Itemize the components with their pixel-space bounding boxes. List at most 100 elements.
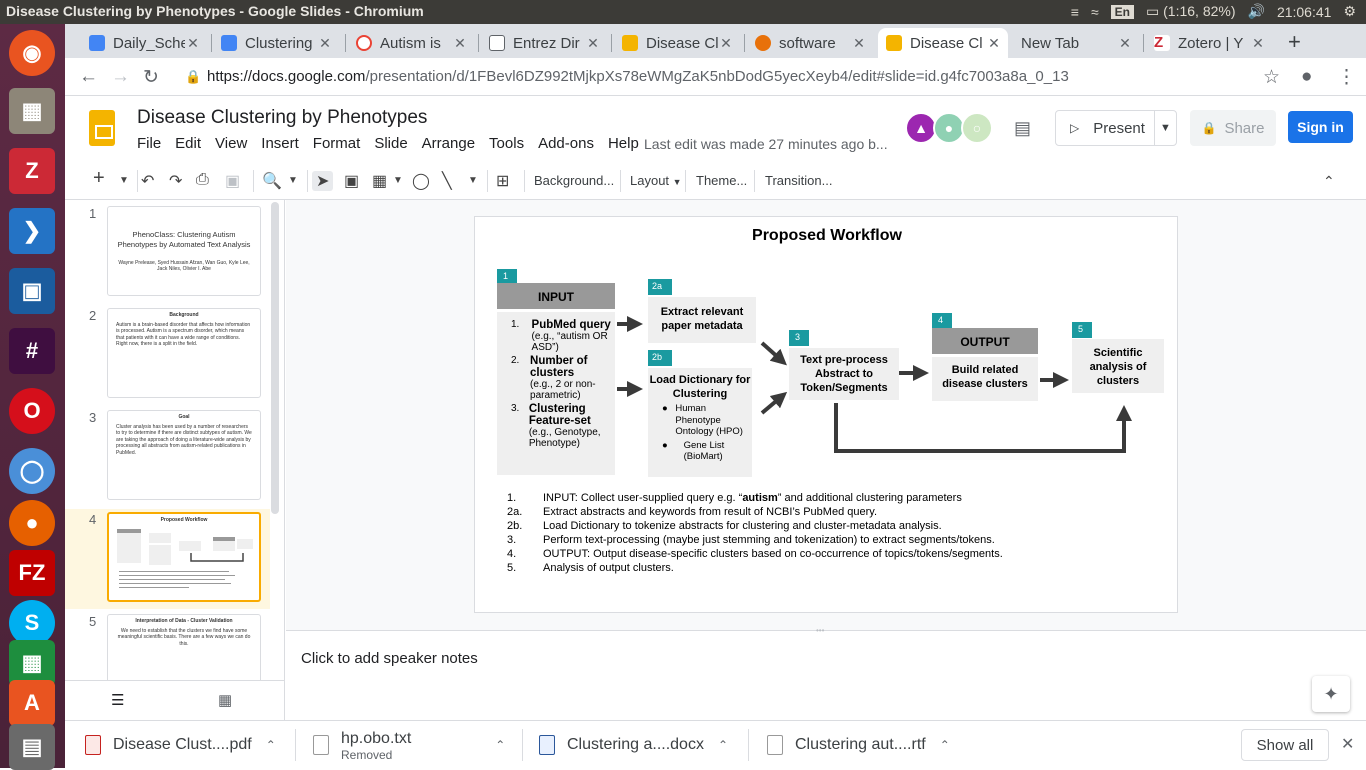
forward-icon[interactable]: →: [111, 66, 130, 88]
chevron-up-icon[interactable]: ⌃: [266, 738, 276, 752]
keyboard-language[interactable]: En: [1110, 4, 1134, 19]
zoom-icon[interactable]: 🔍: [262, 171, 282, 191]
menu-insert[interactable]: Insert: [261, 135, 299, 152]
collapse-toolbar-chevron-icon[interactable]: ⌃: [1323, 173, 1335, 190]
volume-icon[interactable]: 🔊: [1248, 3, 1265, 20]
menu-help[interactable]: Help: [608, 135, 639, 152]
tab-zotero[interactable]: Z Zotero | Y ✕: [1146, 28, 1272, 58]
transition-button[interactable]: Transition...: [765, 173, 832, 188]
line-icon[interactable]: ╲: [442, 171, 452, 191]
tab-google-search[interactable]: Autism is ✕: [348, 28, 474, 58]
filezilla-icon[interactable]: FZ: [9, 550, 55, 596]
menu-kebab-icon[interactable]: ⋮: [1337, 66, 1356, 89]
download-item[interactable]: Disease Clust....pdf ⌃: [85, 721, 276, 769]
tab-clustering-doc[interactable]: Clustering ✕: [213, 28, 339, 58]
present-dropdown-chevron-icon[interactable]: ▼: [1154, 111, 1176, 145]
slide-thumbnail-3[interactable]: Goal Cluster analysis has been used by a…: [107, 410, 261, 500]
image-icon[interactable]: ▦: [372, 171, 387, 191]
chevron-up-icon[interactable]: ⌃: [940, 738, 950, 752]
theme-button[interactable]: Theme...: [696, 173, 747, 188]
network-icon[interactable]: ≡: [1071, 4, 1079, 20]
add-comment-icon[interactable]: ⊞: [496, 171, 509, 191]
redo-icon[interactable]: ↷: [169, 171, 182, 191]
bookmark-star-icon[interactable]: ☆: [1263, 66, 1280, 89]
last-edit-link[interactable]: Last edit was made 27 minutes ago b...: [644, 136, 888, 152]
slide-thumbnail-2[interactable]: Background Autism is a brain-based disor…: [107, 308, 261, 398]
close-shelf-icon[interactable]: ✕: [1341, 734, 1354, 754]
lock-icon[interactable]: 🔒: [185, 69, 201, 85]
vscode-icon[interactable]: ❯: [9, 208, 55, 254]
explore-button[interactable]: ✦: [1312, 676, 1350, 712]
tab-entrez[interactable]: Entrez Dir ✕: [481, 28, 607, 58]
filmstrip-view-icon[interactable]: ☰: [111, 691, 124, 709]
tab-new-tab[interactable]: New Tab ✕: [1013, 28, 1139, 58]
reload-icon[interactable]: ↻: [143, 66, 159, 89]
download-item[interactable]: hp.obo.txt Removed ⌃: [313, 721, 505, 769]
new-slide-plus-icon[interactable]: +: [93, 167, 105, 190]
wifi-icon[interactable]: ≈: [1091, 4, 1099, 20]
virtualbox-icon[interactable]: ▣: [9, 268, 55, 314]
close-tab-icon[interactable]: ✕: [585, 35, 601, 52]
zoom-dropdown-icon[interactable]: ▼: [288, 175, 298, 186]
menu-slide[interactable]: Slide: [374, 135, 407, 152]
menu-format[interactable]: Format: [313, 135, 361, 152]
menu-edit[interactable]: Edit: [175, 135, 201, 152]
slide-4-editor[interactable]: Proposed Workflow 1 INPUT 1. PubMed quer…: [474, 216, 1178, 613]
notes-resize-handle[interactable]: •••: [286, 626, 1366, 638]
present-button[interactable]: ▷ Present ▼: [1055, 110, 1177, 146]
select-cursor-icon[interactable]: ➤: [312, 171, 334, 191]
chevron-up-icon[interactable]: ⌃: [718, 738, 728, 752]
power-icon[interactable]: ⚙: [1343, 3, 1356, 20]
tab-disease-clustering-1[interactable]: Disease Cl ✕: [614, 28, 740, 58]
line-dropdown-icon[interactable]: ▼: [468, 175, 478, 186]
close-tab-icon[interactable]: ✕: [185, 35, 201, 52]
new-slide-dropdown-icon[interactable]: ▼: [119, 175, 129, 186]
chevron-up-icon[interactable]: ⌃: [495, 738, 505, 752]
show-all-downloads-button[interactable]: Show all: [1241, 729, 1329, 761]
firefox-icon[interactable]: ●: [9, 500, 55, 546]
slack-icon[interactable]: #: [9, 328, 55, 374]
download-item[interactable]: Clustering a....docx ⌃: [539, 721, 728, 769]
collaborator-avatar-sheep-icon[interactable]: ○: [961, 112, 993, 144]
slide-thumbnail-4[interactable]: Proposed Workflow: [107, 512, 261, 602]
workflow-steps-list[interactable]: 1. INPUT: Collect user-supplied query e.g…: [507, 491, 1003, 575]
menu-addons[interactable]: Add-ons: [538, 135, 594, 152]
google-slides-logo-icon[interactable]: [89, 110, 115, 146]
slide-thumbnail-1[interactable]: PhenoClass: Clustering Autism Phenotypes…: [107, 206, 261, 296]
shape-icon[interactable]: ◯: [412, 171, 430, 191]
tab-daily-schedule[interactable]: Daily_Sche ✕: [81, 28, 207, 58]
close-tab-icon[interactable]: ✕: [718, 35, 734, 52]
filmstrip-scrollbar[interactable]: [271, 202, 279, 514]
image-dropdown-icon[interactable]: ▼: [393, 175, 403, 186]
menu-arrange[interactable]: Arrange: [422, 135, 475, 152]
new-tab-button[interactable]: +: [1288, 29, 1301, 55]
files-icon[interactable]: ▦: [9, 88, 55, 134]
speaker-notes[interactable]: Click to add speaker notes: [286, 638, 1366, 720]
download-item[interactable]: Clustering aut....rtf ⌃: [767, 721, 950, 769]
zotero-icon[interactable]: Z: [9, 148, 55, 194]
menu-view[interactable]: View: [215, 135, 247, 152]
battery-indicator[interactable]: ▭ (1:16, 82%): [1146, 3, 1236, 20]
close-tab-icon[interactable]: ✕: [452, 35, 468, 52]
layout-button[interactable]: Layout ▼: [630, 173, 682, 188]
close-tab-icon[interactable]: ✕: [851, 35, 867, 52]
close-tab-icon[interactable]: ✕: [986, 35, 1002, 52]
close-tab-icon[interactable]: ✕: [317, 35, 333, 52]
menu-tools[interactable]: Tools: [489, 135, 524, 152]
undo-icon[interactable]: ↶: [141, 171, 154, 191]
close-tab-icon[interactable]: ✕: [1117, 35, 1133, 52]
share-button[interactable]: 🔒 Share: [1190, 110, 1276, 146]
address-bar[interactable]: https://docs.google.com/presentation/d/1…: [207, 68, 1069, 85]
ubuntu-dash-icon[interactable]: ◉: [9, 30, 55, 76]
profile-icon[interactable]: ●: [1301, 66, 1312, 88]
menu-file[interactable]: File: [137, 135, 161, 152]
tab-software[interactable]: software ✕: [747, 28, 873, 58]
background-button[interactable]: Background...: [534, 173, 614, 188]
print-icon[interactable]: ⎙: [196, 171, 209, 189]
clock[interactable]: 21:06:41: [1277, 4, 1332, 20]
opera-icon[interactable]: O: [9, 388, 55, 434]
paint-format-icon[interactable]: ▣: [225, 171, 240, 191]
sign-in-button[interactable]: Sign in: [1288, 111, 1353, 143]
software-center-icon[interactable]: A: [9, 680, 55, 726]
trash-icon[interactable]: ▤: [9, 724, 55, 770]
